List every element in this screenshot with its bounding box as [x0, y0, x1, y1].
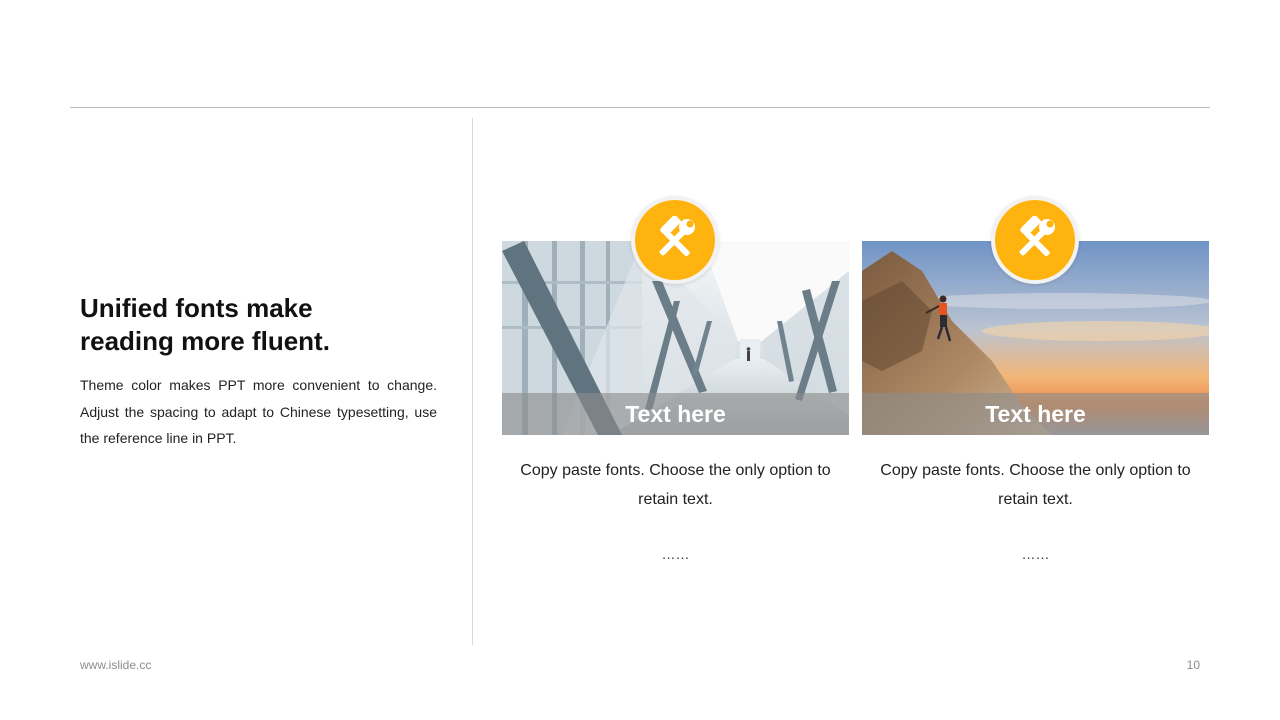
tools-icon	[635, 200, 715, 280]
card-ellipsis: ……	[1021, 546, 1050, 562]
feature-card-1: Text here Copy paste fonts. Choose the o…	[502, 196, 849, 576]
photo-caption: Text here	[625, 401, 726, 427]
section-heading: Unified fonts make reading more fluent.	[80, 293, 330, 356]
photo-caption: Text here	[985, 401, 1086, 427]
feature-card-2: Text here Copy paste fonts. Choose the o…	[862, 196, 1209, 576]
tools-icon	[995, 200, 1075, 280]
section-body-text: Theme color makes PPT more convenient to…	[80, 377, 437, 446]
page-number: 10	[1186, 658, 1200, 672]
footer-url: www.islide.cc	[80, 658, 152, 672]
vertical-divider-line	[472, 118, 473, 645]
icon-badge	[991, 196, 1079, 284]
top-divider-line	[70, 107, 1210, 108]
icon-badge	[631, 196, 719, 284]
card-ellipsis: ……	[661, 546, 690, 562]
card-description: Copy paste fonts. Choose the only option…	[520, 462, 831, 508]
card-description: Copy paste fonts. Choose the only option…	[880, 462, 1191, 508]
